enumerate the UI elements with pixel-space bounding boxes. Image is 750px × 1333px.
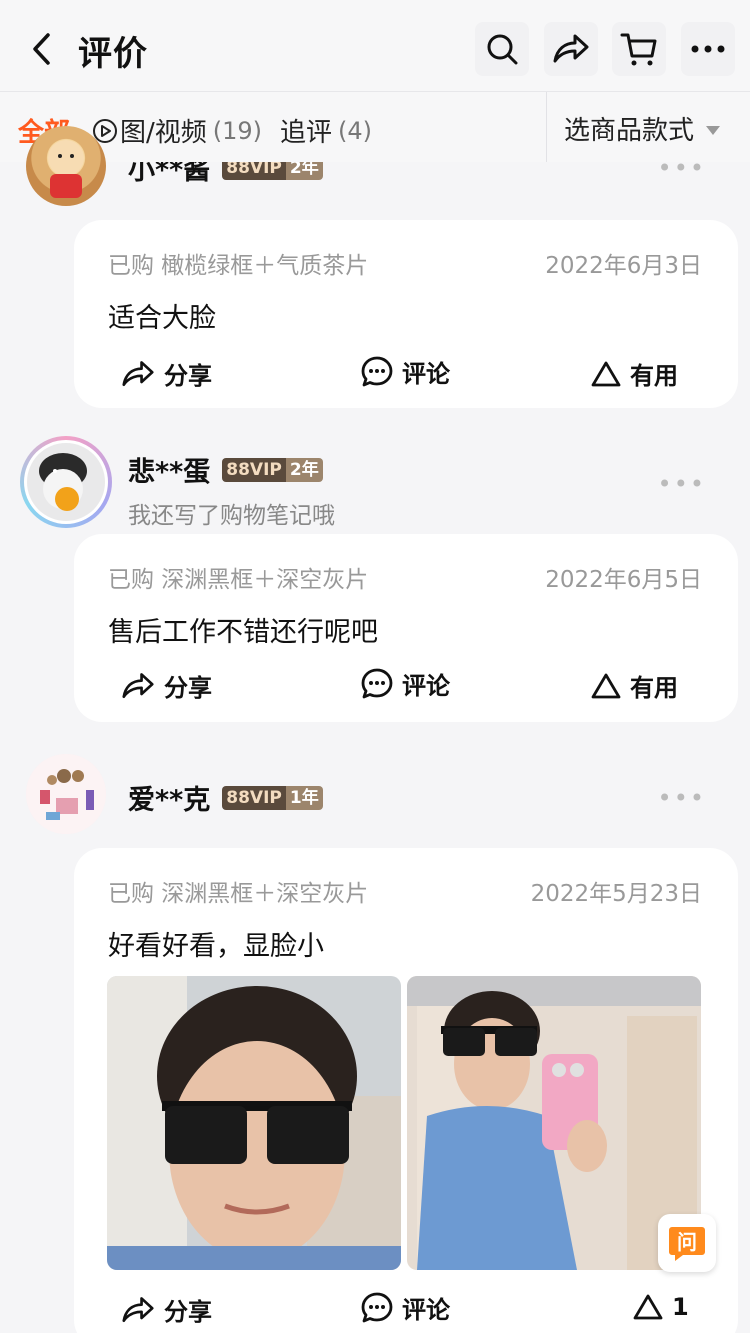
avatar[interactable]	[20, 436, 112, 528]
review-card: 已购 橄榄绿框＋气质茶片 2022年6月3日 适合大脸 分享 评论 有用	[74, 220, 738, 408]
share-label: 分享	[164, 1298, 212, 1326]
more-button[interactable]	[681, 22, 735, 76]
share-action[interactable]: 分享	[120, 668, 212, 703]
more-options-button[interactable]: •••	[658, 470, 706, 498]
ask-label: 问	[677, 1230, 697, 1254]
tab-followup-count: (4)	[338, 116, 373, 145]
comment-action[interactable]: 评论	[360, 1290, 450, 1325]
purchased-variant: 已购 深渊黑框＋深空灰片	[108, 567, 369, 593]
share-icon	[122, 672, 154, 698]
share-label: 分享	[164, 674, 212, 702]
top-bar: 评价	[0, 0, 750, 92]
share-icon	[553, 34, 589, 63]
username-text: 爱**克	[128, 785, 211, 816]
review-photo-image	[107, 976, 401, 1270]
tab-followup-label: 追评	[280, 118, 333, 148]
review-date: 2022年5月23日	[530, 881, 702, 907]
avatar-image	[27, 443, 105, 521]
useful-triangle-icon	[591, 673, 621, 698]
review-card: 已购 深渊黑框＋深空灰片 2022年5月23日 好看好看，显脸小 分享 评论 1	[74, 848, 738, 1333]
comment-label: 评论	[402, 360, 450, 388]
share-icon	[122, 360, 154, 386]
useful-label: 有用	[630, 362, 678, 390]
avatar[interactable]	[26, 754, 106, 834]
review-photo[interactable]	[107, 976, 401, 1270]
review-item: 小**酱 88VIP 2年 ••• 已购 橄榄绿框＋气质茶片 2022年6月3日 …	[0, 126, 750, 412]
search-button[interactable]	[475, 22, 529, 76]
filter-tabs: 全部 图/视频 (19) 追评 (4) 选商品款式	[0, 92, 750, 162]
comment-icon	[361, 1292, 393, 1322]
username-text: 小**酱	[128, 162, 211, 182]
ask-icon: 问	[669, 1227, 705, 1261]
review-item: 悲**蛋 88VIP 2年 我还写了购物笔记哦 ••• 已购 深渊黑框＋深空灰片 …	[0, 436, 750, 726]
useful-label: 有用	[630, 674, 678, 702]
tab-media-count: (19)	[212, 116, 263, 145]
review-card: 已购 深渊黑框＋深空灰片 2022年6月5日 售后工作不错还行呢吧 分享 评论 …	[74, 534, 738, 722]
review-text: 售后工作不错还行呢吧	[108, 617, 378, 648]
comment-icon	[361, 356, 393, 386]
shopping-note-link[interactable]: 我还写了购物笔记哦	[128, 496, 335, 530]
comment-label: 评论	[402, 1296, 450, 1324]
review-date: 2022年6月3日	[545, 253, 702, 279]
more-options-button[interactable]: •••	[658, 784, 706, 812]
useful-triangle-icon	[633, 1294, 663, 1320]
select-sku-label: 选商品款式	[564, 116, 695, 146]
tab-followup[interactable]: 追评 (4)	[280, 112, 372, 149]
share-action[interactable]: 分享	[120, 1292, 212, 1327]
review-text: 好看好看，显脸小	[108, 931, 324, 962]
cart-button[interactable]	[612, 22, 666, 76]
vip-badge: 88VIP 1年	[222, 785, 323, 810]
more-options-button[interactable]: •••	[658, 162, 706, 182]
back-button[interactable]	[16, 22, 68, 76]
caret-down-icon	[706, 126, 721, 135]
vip-tier: 88VIP	[222, 785, 286, 810]
vip-tier: 88VIP	[222, 162, 286, 180]
avatar-image	[26, 754, 106, 834]
review-date: 2022年6月5日	[545, 567, 702, 593]
cart-icon	[620, 33, 657, 66]
review-photo[interactable]	[407, 976, 701, 1270]
share-action[interactable]: 分享	[120, 356, 212, 391]
comment-label: 评论	[402, 672, 450, 700]
useful-triangle-icon	[591, 361, 621, 386]
username[interactable]: 悲**蛋 88VIP 2年	[128, 450, 323, 489]
vip-years: 2年	[285, 457, 323, 482]
review-text: 适合大脸	[108, 303, 216, 334]
search-icon	[487, 34, 518, 65]
username[interactable]: 小**酱 88VIP 2年	[128, 162, 323, 182]
more-dots-icon	[691, 45, 725, 53]
purchased-variant: 已购 橄榄绿框＋气质茶片	[108, 253, 369, 279]
comment-icon	[361, 668, 393, 698]
vip-badge: 88VIP 2年	[222, 457, 323, 482]
share-label: 分享	[164, 362, 212, 390]
ask-button[interactable]: 问	[658, 1214, 716, 1272]
purchased-variant: 已购 深渊黑框＋深空灰片	[108, 881, 369, 907]
username-text: 悲**蛋	[128, 457, 211, 488]
vip-years: 1年	[285, 785, 323, 810]
avatar-ring-inner	[24, 440, 108, 524]
tab-media-label: 图/视频	[120, 118, 207, 148]
share-icon	[122, 1296, 154, 1322]
useful-action[interactable]: 1	[632, 1292, 689, 1322]
review-photo-image	[407, 976, 701, 1270]
vip-badge: 88VIP 2年	[222, 162, 323, 180]
comment-action[interactable]: 评论	[360, 666, 450, 701]
select-sku-dropdown[interactable]: 选商品款式	[564, 110, 721, 147]
vip-tier: 88VIP	[222, 457, 286, 482]
username[interactable]: 爱**克 88VIP 1年	[128, 778, 323, 817]
tab-media[interactable]: 图/视频 (19)	[92, 112, 262, 149]
useful-action[interactable]: 有用	[590, 668, 678, 703]
useful-count: 1	[672, 1293, 689, 1321]
vip-years: 2年	[285, 162, 323, 180]
tab-divider	[546, 92, 547, 162]
page-title: 评价	[78, 34, 148, 74]
useful-action[interactable]: 有用	[590, 356, 678, 391]
comment-action[interactable]: 评论	[360, 354, 450, 389]
chevron-left-icon	[33, 33, 50, 65]
clipped-header: 小**酱 88VIP 2年 •••	[0, 162, 750, 182]
share-button[interactable]	[544, 22, 598, 76]
review-item: 爱**克 88VIP 1年 ••• 已购 深渊黑框＋深空灰片 2022年5月23日…	[0, 754, 750, 1333]
